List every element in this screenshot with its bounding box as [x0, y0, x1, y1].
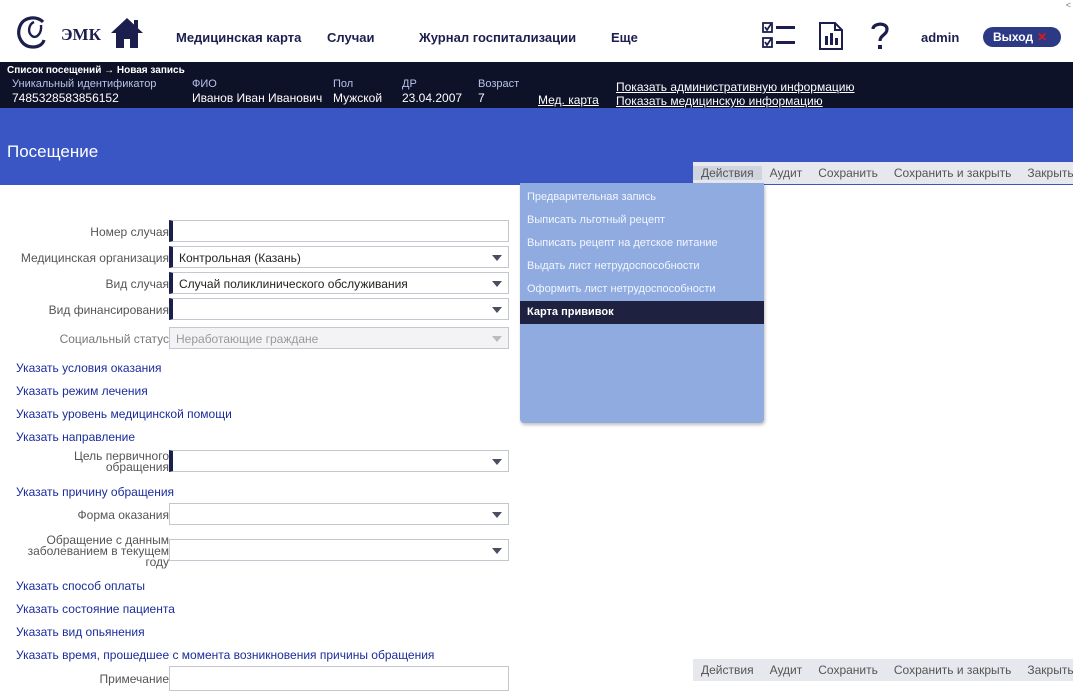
chevron-down-icon[interactable] — [492, 512, 502, 518]
save-and-close-button-bottom[interactable]: Сохранить и закрыть — [886, 663, 1019, 677]
menu-item-vaccination-card[interactable]: Карта прививок — [520, 301, 764, 324]
page-title: Посещение — [7, 142, 99, 161]
social-status-select: Неработающие граждане — [169, 327, 509, 349]
note-input[interactable] — [169, 666, 509, 691]
link-specify-referral[interactable]: Указать направление — [16, 430, 135, 444]
chevron-down-icon[interactable] — [492, 281, 502, 287]
disease-visit-label-line3: году — [145, 555, 169, 569]
show-medical-info-link[interactable]: Показать медицинскую информацию — [616, 94, 823, 108]
link-specify-intoxication[interactable]: Указать вид опьянения — [16, 625, 145, 639]
emk-logo-icon — [17, 16, 46, 49]
patient-name-label: ФИО — [192, 78, 217, 90]
patient-dob-label: ДР — [402, 78, 417, 90]
save-button-bottom[interactable]: Сохранить — [810, 663, 886, 677]
patient-name-value: Иванов Иван Иванович — [192, 91, 323, 105]
chevron-down-icon[interactable] — [492, 307, 502, 313]
checklist-icon[interactable] — [762, 22, 796, 50]
actions-menu: Предварительная запись Выписать льготный… — [520, 183, 764, 423]
audit-button[interactable]: Аудит — [762, 166, 811, 180]
menu-item-register-sick-leave[interactable]: Оформить лист нетрудоспособности — [520, 278, 764, 301]
actions-button[interactable]: Действия — [693, 166, 762, 180]
primary-goal-select[interactable] — [169, 450, 509, 472]
case-type-select[interactable]: Случай поликлинического обслуживания — [169, 272, 509, 294]
menu-item-preliminary-booking[interactable]: Предварительная запись — [520, 186, 764, 209]
chevron-down-icon — [492, 336, 502, 342]
disease-visit-label: Обращение с данным заболеванием в текуще… — [28, 534, 169, 569]
collapse-arrow-icon[interactable]: < — [1066, 0, 1071, 10]
bottom-toolbar: Действия Аудит Сохранить Сохранить и зак… — [693, 659, 1073, 681]
primary-goal-label-line2: обращения — [105, 460, 169, 474]
top-toolbar: Действия Аудит Сохранить Сохранить и зак… — [693, 162, 1073, 184]
chevron-down-icon[interactable] — [492, 459, 502, 465]
link-specify-reason[interactable]: Указать причину обращения — [16, 485, 174, 499]
case-number-label: Номер случая — [90, 225, 169, 239]
logo-text: ЭМК — [61, 25, 101, 44]
financing-label: Вид финансирования — [48, 303, 169, 317]
social-status-label: Социальный статус — [59, 332, 169, 346]
help-icon[interactable] — [870, 21, 890, 51]
nav-cases[interactable]: Случаи — [327, 30, 374, 45]
patient-info-bar: Список посещений → Новая запись Уникальн… — [0, 62, 1073, 108]
show-admin-info-link[interactable]: Показать административную информацию — [616, 80, 854, 94]
link-specify-patient-state[interactable]: Указать состояние пациента — [16, 602, 175, 616]
chevron-down-icon[interactable] — [492, 548, 502, 554]
nav-medical-card[interactable]: Медицинская карта — [176, 30, 301, 45]
patient-dob-value: 23.04.2007 — [402, 91, 463, 105]
case-number-input[interactable] — [169, 220, 509, 242]
patient-age-value: 7 — [478, 91, 485, 105]
close-button-bottom[interactable]: Закрыть — [1019, 663, 1073, 677]
patient-id-label: Уникальный идентификатор — [12, 78, 157, 90]
close-icon: ✕ — [1037, 30, 1048, 44]
save-button[interactable]: Сохранить — [810, 166, 886, 180]
med-card-link[interactable]: Мед. карта — [538, 93, 599, 107]
top-navigation-bar: ЭМК Медицинская карта Случаи Журнал госп… — [0, 0, 1073, 65]
save-and-close-button[interactable]: Сохранить и закрыть — [886, 166, 1019, 180]
menu-item-preferential-prescription[interactable]: Выписать льготный рецепт — [520, 209, 764, 232]
nav-more[interactable]: Еще — [611, 30, 638, 45]
case-type-label: Вид случая — [105, 277, 169, 291]
home-icon[interactable] — [110, 17, 144, 49]
patient-id-value: 7485328583856152 — [12, 91, 119, 105]
form-type-select[interactable] — [169, 503, 509, 525]
menu-item-baby-food-prescription[interactable]: Выписать рецепт на детское питание — [520, 232, 764, 255]
close-button[interactable]: Закрыть — [1019, 166, 1073, 180]
patient-age-label: Возраст — [478, 78, 520, 90]
link-specify-treatment-mode[interactable]: Указать режим лечения — [16, 384, 148, 398]
disease-visit-select[interactable] — [169, 539, 509, 561]
audit-button-bottom[interactable]: Аудит — [762, 663, 811, 677]
link-specify-payment[interactable]: Указать способ оплаты — [16, 579, 145, 593]
patient-sex-label: Пол — [333, 78, 354, 90]
menu-item-issue-sick-leave[interactable]: Выдать лист нетрудоспособности — [520, 255, 764, 278]
link-specify-care-level[interactable]: Указать уровень медицинской помощи — [16, 407, 232, 421]
case-type-value: Случай поликлинического обслуживания — [179, 277, 408, 291]
note-label: Примечание — [99, 672, 169, 686]
breadcrumb[interactable]: Список посещений → Новая запись — [7, 65, 185, 76]
logout-button[interactable]: Выход ✕ — [983, 27, 1061, 47]
logout-label: Выход — [993, 30, 1034, 44]
actions-button-bottom[interactable]: Действия — [693, 663, 762, 677]
username: admin — [921, 30, 960, 45]
financing-select[interactable] — [169, 298, 509, 320]
social-status-value: Неработающие граждане — [176, 332, 319, 346]
report-document-icon[interactable] — [818, 22, 844, 50]
med-org-select[interactable]: Контрольная (Казань) — [169, 246, 509, 268]
visit-form: Номер случая Медицинская организация Кон… — [0, 185, 520, 691]
primary-goal-label: Цель первичного обращения — [74, 450, 169, 474]
patient-sex-value: Мужской — [333, 91, 383, 105]
med-org-label: Медицинская организация — [20, 251, 169, 265]
chevron-down-icon[interactable] — [492, 255, 502, 261]
form-type-label: Форма оказания — [77, 508, 169, 522]
link-specify-conditions[interactable]: Указать условия оказания — [16, 361, 161, 375]
med-org-value: Контрольная (Казань) — [179, 251, 301, 265]
nav-hospitalization-journal[interactable]: Журнал госпитализации — [419, 30, 576, 45]
link-specify-elapsed-time[interactable]: Указать время, прошедшее с момента возни… — [16, 648, 434, 662]
